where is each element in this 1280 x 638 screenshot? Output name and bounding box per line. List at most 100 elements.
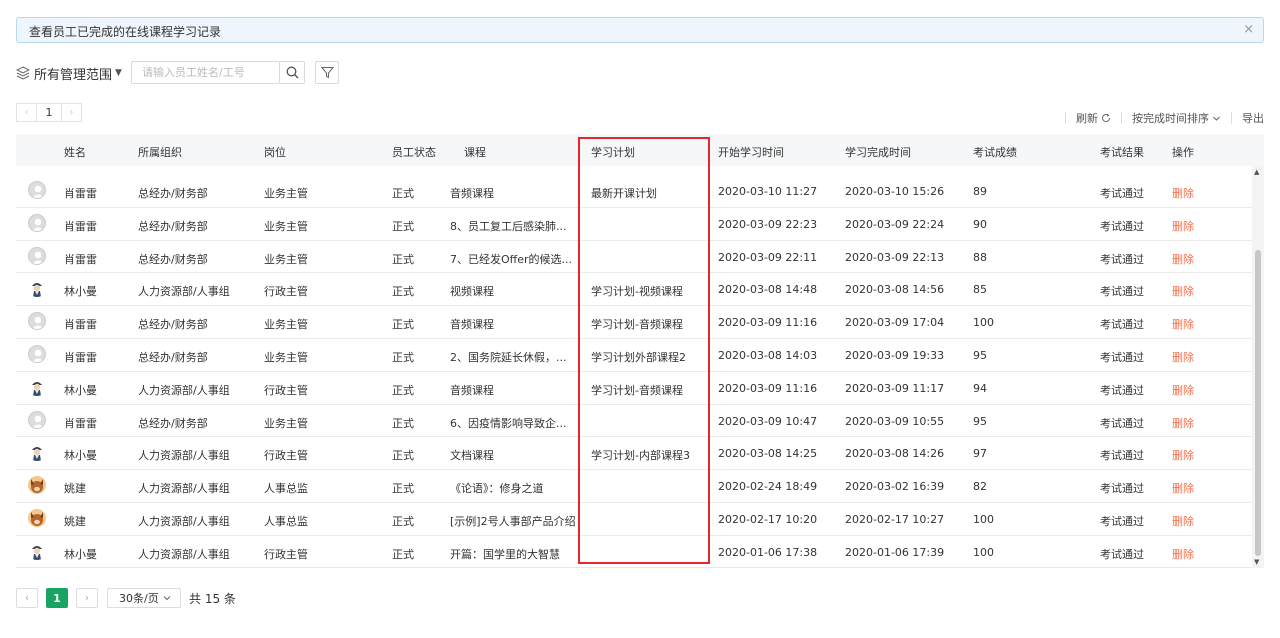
- avatar: [28, 476, 46, 495]
- col-header-name: 姓名: [64, 146, 86, 159]
- cell-result: 考试通过: [1100, 449, 1144, 463]
- cell-plan: 最新开课计划: [591, 187, 657, 200]
- cell-plan: 学习计划-音频课程: [591, 318, 683, 332]
- cell-end-time: 2020-03-09 19:33: [845, 348, 945, 362]
- cell-org: 人力资源部/人事组: [138, 383, 230, 397]
- avatar: [28, 246, 46, 265]
- scope-selector[interactable]: 所有管理范围 ▼: [16, 63, 122, 83]
- cell-status: 正式: [392, 482, 414, 496]
- search-icon: [286, 66, 298, 79]
- cell-score: 89: [973, 185, 987, 198]
- cell-org: 总经办/财务部: [138, 187, 208, 200]
- refresh-label: 刷新: [1076, 112, 1098, 125]
- current-page-button[interactable]: 1: [46, 588, 68, 608]
- cell-org: 总经办/财务部: [138, 219, 208, 233]
- refresh-button[interactable]: 刷新: [1076, 110, 1111, 126]
- delete-link[interactable]: 删除: [1172, 480, 1194, 496]
- cell-start-time: 2020-03-09 22:11: [718, 250, 818, 264]
- col-header-start: 开始学习时间: [718, 146, 784, 159]
- alert-close-icon[interactable]: ×: [1243, 22, 1254, 37]
- avatar: [28, 279, 46, 298]
- delete-link[interactable]: 删除: [1172, 251, 1194, 267]
- cell-org: 总经办/财务部: [138, 416, 208, 430]
- filter-button[interactable]: [315, 61, 339, 84]
- divider: [1231, 112, 1232, 124]
- cell-post: 人事总监: [264, 514, 308, 528]
- delete-link[interactable]: 删除: [1172, 218, 1194, 234]
- table-row: 林小曼 人力资源部/人事组 行政主管 正式 音频课程 学习计划-音频课程 2020-03-0…: [16, 372, 1252, 405]
- sort-dropdown[interactable]: 按完成时间排序: [1132, 110, 1221, 126]
- delete-link[interactable]: 删除: [1172, 546, 1194, 562]
- cell-course: 音频课程: [450, 318, 494, 332]
- next-page-button[interactable]: ›: [76, 588, 98, 608]
- scroll-up-icon[interactable]: ▲: [1254, 168, 1259, 176]
- cell-end-time: 2020-01-06 17:39: [845, 545, 945, 559]
- table-row: 肖雷雷 总经办/财务部 业务主管 正式 音频课程 最新开课计划 2020-03-10 11:…: [16, 175, 1252, 208]
- divider: [1121, 112, 1122, 124]
- delete-link[interactable]: 删除: [1172, 415, 1194, 431]
- cell-name: 林小曼: [64, 383, 97, 397]
- table-row: 姚建 人力资源部/人事组 人事总监 正式 [示例]2号人事部产品介绍 2020-02-17…: [16, 503, 1252, 536]
- search-input[interactable]: [132, 62, 272, 83]
- chevron-down-icon: [1213, 116, 1220, 121]
- cell-score: 94: [973, 381, 987, 395]
- delete-link[interactable]: 删除: [1172, 349, 1194, 365]
- caret-down-icon: ▼: [115, 68, 122, 78]
- cell-end-time: 2020-03-08 14:56: [845, 283, 945, 297]
- delete-link[interactable]: 删除: [1172, 316, 1194, 332]
- export-button[interactable]: 导出: [1242, 110, 1264, 126]
- cell-end-time: 2020-03-10 15:26: [845, 185, 945, 198]
- cell-post: 业务主管: [264, 219, 308, 233]
- cell-plan: 学习计划-音频课程: [591, 383, 683, 397]
- cell-result: 考试通过: [1100, 350, 1144, 364]
- cell-result: 考试通过: [1100, 318, 1144, 332]
- delete-link[interactable]: 删除: [1172, 513, 1194, 529]
- cell-score: 88: [973, 250, 987, 264]
- page-size-select[interactable]: 30条/页: [107, 588, 181, 608]
- delete-link[interactable]: 删除: [1172, 185, 1194, 201]
- cell-post: 业务主管: [264, 187, 308, 200]
- cell-org: 人力资源部/人事组: [138, 285, 230, 299]
- avatar: [28, 377, 46, 396]
- cell-status: 正式: [392, 547, 414, 561]
- table-row: 林小曼 人力资源部/人事组 行政主管 正式 文档课程 学习计划-内部课程3 2020-03-…: [16, 437, 1252, 471]
- cell-end-time: 2020-03-08 14:26: [845, 447, 945, 461]
- cell-name: 肖雷雷: [64, 252, 97, 266]
- col-header-org: 所属组织: [138, 146, 182, 159]
- cell-score: 100: [973, 316, 994, 330]
- scroll-down-icon[interactable]: ▼: [1254, 558, 1259, 566]
- mini-next-button[interactable]: ›: [61, 103, 82, 122]
- cell-end-time: 2020-02-17 10:27: [845, 512, 945, 526]
- cell-course: 音频课程: [450, 187, 494, 200]
- mini-prev-button[interactable]: ‹: [16, 103, 37, 122]
- avatar: [28, 541, 46, 560]
- search-button[interactable]: [280, 61, 305, 84]
- cell-start-time: 2020-03-10 11:27: [718, 185, 818, 198]
- col-header-post: 岗位: [264, 146, 286, 159]
- col-header-plan: 学习计划: [591, 146, 635, 159]
- cell-post: 行政主管: [264, 547, 308, 561]
- cell-start-time: 2020-03-09 10:47: [718, 414, 818, 428]
- cell-name: 林小曼: [64, 449, 97, 463]
- cell-course: 7、已经发Offer的候选...: [450, 252, 573, 266]
- cell-status: 正式: [392, 285, 414, 299]
- prev-page-button[interactable]: ‹: [16, 588, 38, 608]
- cell-end-time: 2020-03-09 11:17: [845, 381, 945, 395]
- delete-link[interactable]: 删除: [1172, 283, 1194, 299]
- table-scrollbar[interactable]: ▲ ▼: [1252, 166, 1264, 568]
- delete-link[interactable]: 删除: [1172, 447, 1194, 463]
- avatar: [28, 213, 46, 232]
- page-size-value: 30条/页: [119, 592, 159, 605]
- info-alert: 查看员工已完成的在线课程学习记录 ×: [16, 17, 1264, 43]
- table-row: 肖雷雷 总经办/财务部 业务主管 正式 2、国务院延长休假，... 学习计划外部课程2 20…: [16, 339, 1252, 372]
- cell-status: 正式: [392, 252, 414, 266]
- cell-org: 人力资源部/人事组: [138, 547, 230, 561]
- cell-post: 行政主管: [264, 383, 308, 397]
- cell-result: 考试通过: [1100, 383, 1144, 397]
- scroll-thumb[interactable]: [1255, 250, 1261, 556]
- cell-org: 总经办/财务部: [138, 350, 208, 364]
- delete-link[interactable]: 删除: [1172, 382, 1194, 398]
- cell-org: 人力资源部/人事组: [138, 449, 230, 463]
- cell-org: 总经办/财务部: [138, 252, 208, 266]
- cell-result: 考试通过: [1100, 187, 1144, 200]
